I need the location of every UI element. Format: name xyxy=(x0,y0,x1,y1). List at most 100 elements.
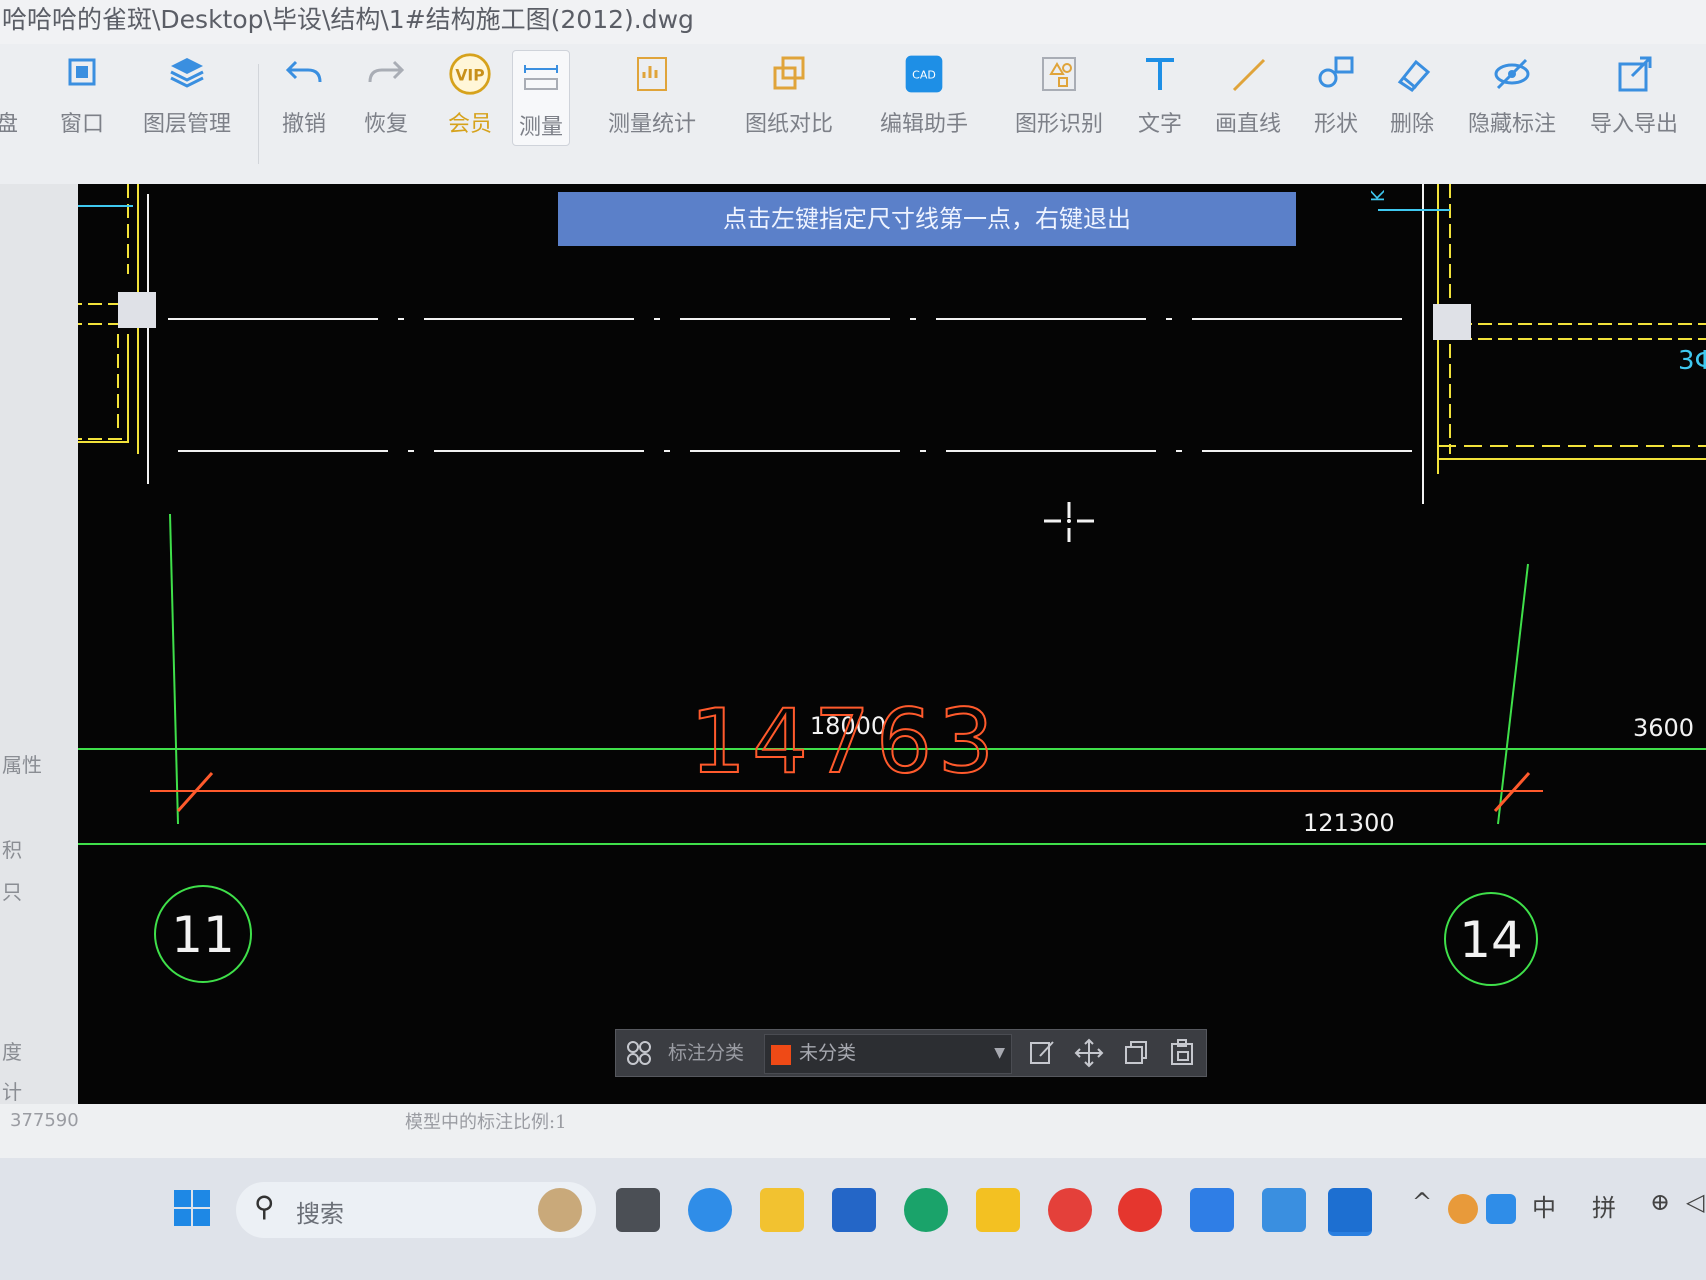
tool-import-export[interactable]: 导入导出 xyxy=(1590,52,1678,138)
left-panel-item[interactable]: 积 xyxy=(2,834,22,863)
windows-icon xyxy=(174,1190,210,1226)
status-bar: 377590 模型中的标注比例:1 xyxy=(0,1104,1706,1158)
annotation-toolbar: 标注分类 未分类 ▼ xyxy=(615,1029,1207,1077)
right-column: K 3Φ xyxy=(1368,184,1706,504)
tool-shape-recognition[interactable]: 图形识别 xyxy=(1015,52,1103,138)
left-panel-item[interactable]: 度 xyxy=(2,1036,22,1065)
cad-app-icon[interactable] xyxy=(1328,1188,1372,1236)
copy-icon[interactable] xyxy=(1122,1030,1150,1076)
tool-label: 恢复 xyxy=(364,112,409,137)
app-d-icon[interactable] xyxy=(1118,1188,1162,1232)
speaker-icon[interactable]: ◁ xyxy=(1686,1188,1704,1216)
ime-language[interactable]: 中 xyxy=(1532,1188,1556,1223)
undo-icon xyxy=(285,60,322,83)
import-export-icon xyxy=(1618,56,1652,92)
text-icon xyxy=(1146,58,1174,90)
tool-label: 画直线 xyxy=(1215,112,1282,137)
drawing-canvas[interactable]: K K 3Φ xyxy=(78,184,1706,1104)
tool-label: 文字 xyxy=(1138,112,1183,137)
category-value: 未分类 xyxy=(799,1042,857,1064)
left-panel-item[interactable]: 只 xyxy=(2,876,22,905)
edge-icon[interactable] xyxy=(904,1188,948,1232)
measurement-value: 14763 xyxy=(690,690,1000,793)
store-icon[interactable] xyxy=(832,1188,876,1232)
start-button[interactable] xyxy=(172,1188,212,1228)
move-icon[interactable] xyxy=(1074,1030,1104,1076)
measure-icon xyxy=(524,65,558,90)
hide-annotation-icon xyxy=(1494,58,1530,90)
shapes-icon xyxy=(1318,56,1354,88)
text-app-icon[interactable] xyxy=(1262,1188,1306,1232)
window-icon xyxy=(68,58,96,86)
browser-icon[interactable] xyxy=(688,1188,732,1232)
calculator-icon[interactable] xyxy=(1190,1188,1234,1232)
windows-taskbar: ⚲ 搜索 ^ 中 拼 ⊕ ◁ xyxy=(0,1158,1706,1280)
dimension-text-121300: 121300 xyxy=(1303,809,1395,837)
tool-label: 导入导出 xyxy=(1590,112,1679,137)
paste-icon[interactable] xyxy=(1168,1030,1196,1076)
tool-hide-annotation[interactable]: 隐藏标注 xyxy=(1468,52,1556,138)
tool-measure-stats[interactable]: 测量统计 xyxy=(608,52,696,138)
axis-bubble-11: 11 xyxy=(154,885,252,983)
task-view-icon[interactable] xyxy=(616,1188,660,1232)
window-title: 哈哈哈的雀斑\Desktop\毕设\结构\1#结构施工图(2012).dwg xyxy=(0,0,1706,44)
tool-label: 图层管理 xyxy=(143,112,232,137)
rebar-label: 3Φ xyxy=(1678,346,1706,376)
left-properties-panel: 属性 积 只 度 计 xyxy=(0,184,79,1104)
tool-window[interactable]: 窗口 xyxy=(60,52,104,138)
tool-edit-assistant[interactable]: CAD 编辑助手 xyxy=(880,52,968,138)
file-explorer-icon[interactable] xyxy=(760,1188,804,1232)
annotation-category-label: 标注分类 xyxy=(668,1042,745,1064)
tool-label: 测量 xyxy=(519,115,564,140)
edit-annotation-icon[interactable] xyxy=(1028,1030,1056,1076)
tool-measure[interactable]: 测量 xyxy=(512,50,571,146)
shape-recognition-icon xyxy=(1042,57,1076,91)
column-grip xyxy=(118,292,156,328)
axis-line-14 xyxy=(1497,563,1529,825)
tool-text[interactable]: 文字 xyxy=(1138,52,1182,138)
measure-stats-icon xyxy=(637,57,667,91)
tool-vip[interactable]: VIP 会员 xyxy=(446,52,494,138)
toolbar-divider xyxy=(258,64,259,164)
chevron-down-icon: ▼ xyxy=(994,1045,1005,1061)
sync-icon[interactable] xyxy=(1448,1194,1478,1224)
annotation-category-select[interactable]: 未分类 ▼ xyxy=(764,1034,1012,1074)
section-mark-right: K xyxy=(1368,189,1389,202)
tool-label: 盘 xyxy=(0,112,18,137)
grid-icon[interactable] xyxy=(626,1030,652,1076)
cad-drawing: K K 3Φ xyxy=(78,184,1706,986)
globe-icon[interactable]: ⊕ xyxy=(1650,1188,1670,1216)
tool-layers[interactable]: 图层管理 xyxy=(143,52,231,138)
tool-line[interactable]: 画直线 xyxy=(1215,52,1281,138)
tool-delete[interactable]: 删除 xyxy=(1390,52,1434,138)
tool-disk[interactable]: 盘 xyxy=(0,52,22,138)
tool-label: 编辑助手 xyxy=(880,112,969,137)
tool-undo[interactable]: 撤销 xyxy=(282,52,326,138)
tool-label: 会员 xyxy=(447,112,492,137)
dimension-text-3600: 3600 xyxy=(1633,714,1694,742)
tool-shapes[interactable]: 形状 xyxy=(1314,52,1358,138)
tool-compare[interactable]: 图纸对比 xyxy=(745,52,833,138)
chevron-up-icon[interactable]: ^ xyxy=(1412,1188,1432,1216)
app-red-icon[interactable] xyxy=(1048,1188,1092,1232)
tray-app-icon[interactable] xyxy=(1486,1194,1516,1224)
search-highlight-icon xyxy=(538,1188,582,1232)
eraser-icon xyxy=(1397,59,1431,92)
annotation-scale: 模型中的标注比例:1 xyxy=(405,1112,567,1133)
tool-redo[interactable]: 恢复 xyxy=(364,52,408,138)
disk-icon xyxy=(0,52,22,96)
security-icon[interactable] xyxy=(976,1188,1020,1232)
tool-label: 图形识别 xyxy=(1015,112,1104,137)
svg-text:VIP: VIP xyxy=(455,66,484,84)
search-placeholder: 搜索 xyxy=(296,1200,344,1228)
layers-icon xyxy=(170,58,204,88)
svg-text:CAD: CAD xyxy=(912,69,936,82)
left-panel-item[interactable]: 计 xyxy=(2,1076,22,1105)
column-grip xyxy=(1433,304,1471,340)
taskbar-search[interactable]: ⚲ 搜索 xyxy=(236,1182,596,1238)
compare-icon xyxy=(773,56,805,90)
search-icon: ⚲ xyxy=(254,1190,275,1223)
ribbon-toolbar: 盘 窗口 图层管理 撤销 恢复 VIP 会员 测量 测量统计 图纸对比 CAD … xyxy=(0,44,1706,185)
left-panel-item[interactable]: 属性 xyxy=(2,749,42,778)
ime-mode[interactable]: 拼 xyxy=(1592,1188,1616,1223)
